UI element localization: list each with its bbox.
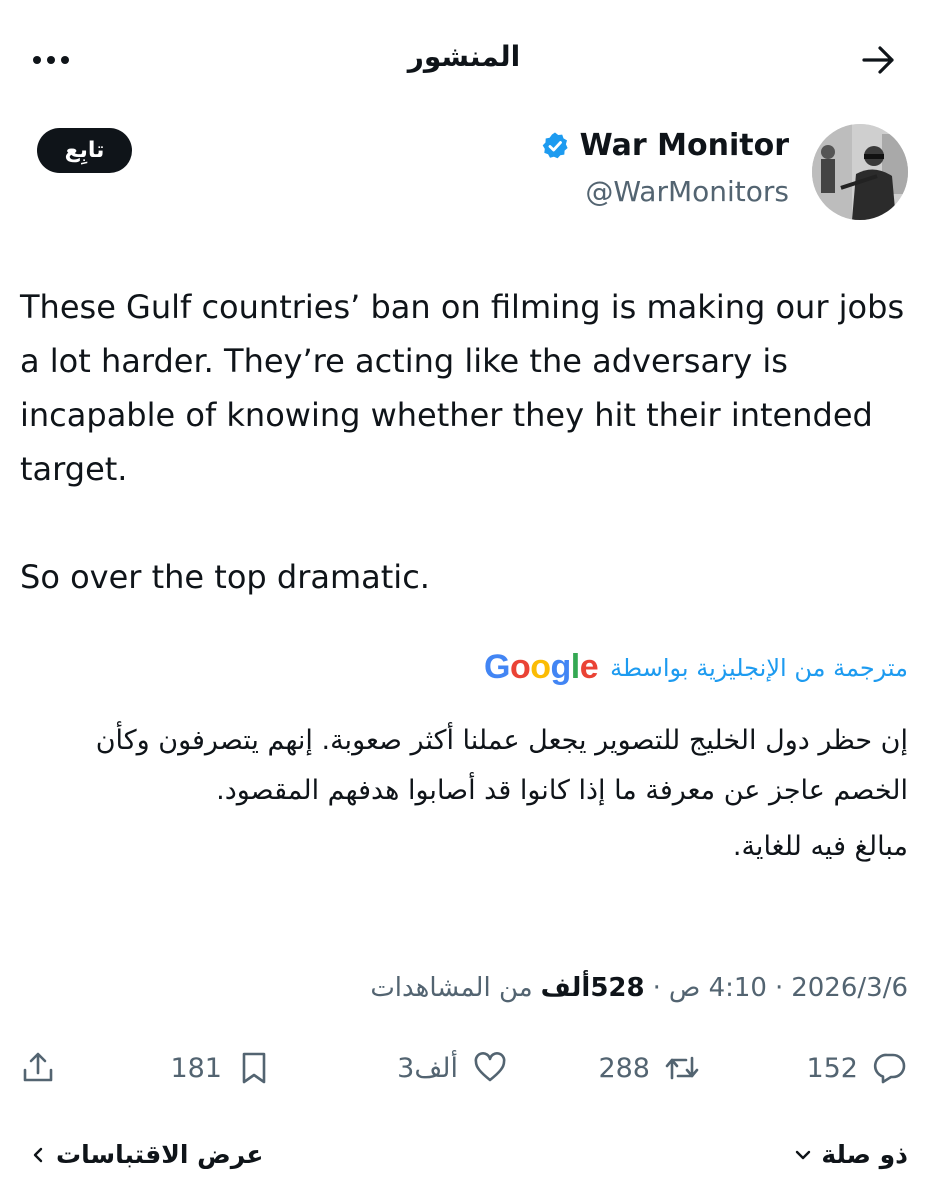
author-handle[interactable]: @WarMonitors bbox=[585, 175, 789, 208]
author-name-row[interactable]: War Monitor bbox=[540, 128, 789, 163]
like-button[interactable]: 3ألف bbox=[397, 1044, 508, 1092]
related-link[interactable]: ذو صلة bbox=[793, 1140, 908, 1169]
share-button[interactable] bbox=[20, 1044, 56, 1092]
tweet-text: These Gulf countries’ ban on filming is … bbox=[20, 288, 905, 596]
reply-count: 152 bbox=[806, 1052, 858, 1084]
author-display-name: War Monitor bbox=[579, 128, 789, 163]
like-count: 3ألف bbox=[397, 1052, 458, 1084]
tweet-meta: 2026/3/6 · 4:10 ص · 528ألف من المشاهدات bbox=[370, 973, 908, 1003]
translation-label: مترجمة من الإنجليزية بواسطة bbox=[610, 653, 908, 682]
page-title: المنشور bbox=[407, 40, 521, 73]
meta-separator: · bbox=[774, 973, 784, 1003]
quotes-label: عرض الاقتباسات bbox=[56, 1140, 264, 1169]
bookmark-icon bbox=[242, 1052, 266, 1084]
verified-badge-icon bbox=[542, 132, 568, 158]
reply-button[interactable]: 152 bbox=[806, 1044, 908, 1092]
share-icon bbox=[23, 1052, 53, 1082]
retweet-button[interactable]: 288 bbox=[598, 1044, 700, 1092]
heart-icon bbox=[474, 1052, 506, 1082]
retweet-count: 288 bbox=[598, 1052, 650, 1084]
back-button[interactable] bbox=[856, 38, 900, 82]
translated-paragraph-2: مبالغ فيه للغاية. bbox=[732, 831, 908, 862]
avatar-image bbox=[812, 124, 908, 220]
view-quotes-link[interactable]: عرض الاقتباسات bbox=[28, 1140, 263, 1169]
arrow-right-icon bbox=[862, 46, 894, 74]
reply-icon bbox=[873, 1053, 906, 1084]
chevron-down-icon bbox=[796, 1150, 811, 1159]
more-options-button[interactable] bbox=[26, 42, 76, 78]
translated-text: إن حظر دول الخليج للتصوير يجعل عملنا أكث… bbox=[28, 716, 908, 872]
google-logo: Google bbox=[483, 648, 599, 686]
chevron-left-icon bbox=[33, 1147, 43, 1162]
tweet-date[interactable]: 2026/3/6 bbox=[791, 973, 908, 1003]
meta-separator: · bbox=[652, 973, 661, 1003]
retweet-icon bbox=[665, 1056, 699, 1080]
tweet-time[interactable]: 4:10 ص bbox=[669, 973, 767, 1003]
translated-paragraph-1: إن حظر دول الخليج للتصوير يجعل عملنا أكث… bbox=[95, 725, 908, 806]
bookmark-button[interactable]: 181 bbox=[170, 1044, 272, 1092]
bookmark-count: 181 bbox=[170, 1052, 222, 1084]
related-label: ذو صلة bbox=[821, 1140, 908, 1169]
views-count: 528ألف bbox=[540, 973, 645, 1003]
translation-attribution[interactable]: مترجمة من الإنجليزية بواسطة Google bbox=[484, 648, 908, 687]
views-label: من المشاهدات bbox=[370, 973, 533, 1003]
follow-button[interactable]: تابِع bbox=[37, 128, 132, 173]
more-horizontal-icon bbox=[33, 56, 69, 64]
avatar[interactable] bbox=[812, 124, 908, 220]
